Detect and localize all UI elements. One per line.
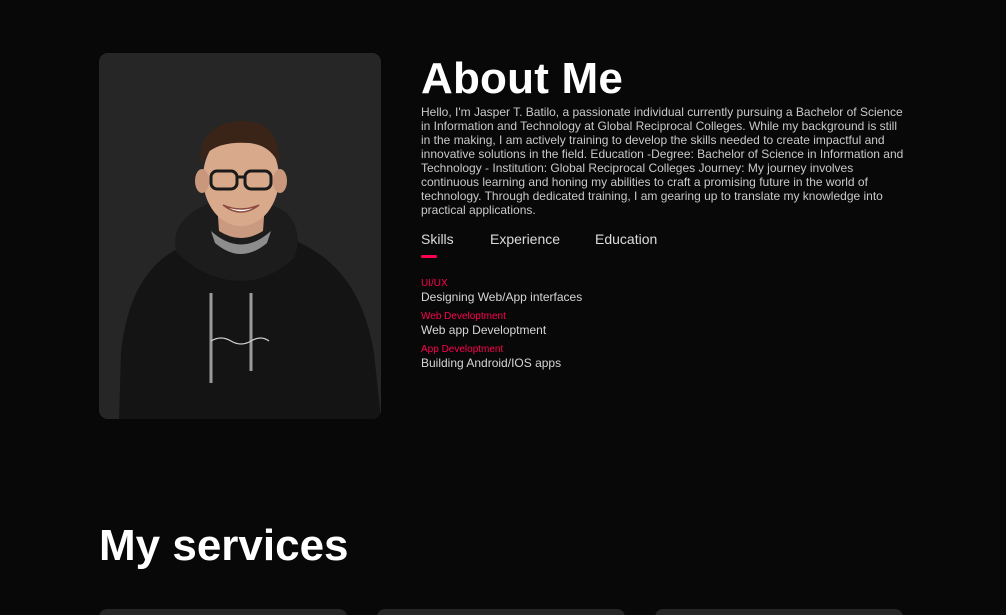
about-tabs: Skills Experience Education <box>421 231 911 261</box>
list-item: UI/UX Designing Web/App interfaces <box>421 278 911 304</box>
service-card <box>99 609 347 615</box>
skills-list: UI/UX Designing Web/App interfaces Web D… <box>421 278 911 370</box>
tab-experience[interactable]: Experience <box>490 231 560 247</box>
profile-photo <box>99 53 381 419</box>
page: About Me Hello, I'm Jasper T. Batilo, a … <box>0 0 1006 615</box>
active-tab-underline <box>421 255 437 258</box>
skill-name: UI/UX <box>421 278 448 289</box>
list-item: App Developtment Building Android/IOS ap… <box>421 344 911 370</box>
list-item: Web Developtment Web app Developtment <box>421 311 911 337</box>
service-card <box>377 609 625 615</box>
about-section: About Me Hello, I'm Jasper T. Batilo, a … <box>421 55 911 377</box>
skill-name: App Developtment <box>421 344 504 355</box>
skill-description: Building Android/IOS apps <box>421 356 562 370</box>
about-title: About Me <box>421 54 624 103</box>
about-paragraph: Hello, I'm Jasper T. Batilo, a passionat… <box>421 105 904 217</box>
person-portrait-icon <box>99 53 381 419</box>
service-card <box>655 609 903 615</box>
tab-education[interactable]: Education <box>595 231 657 247</box>
skill-description: Web app Developtment <box>421 323 547 337</box>
skill-name: Web Developtment <box>421 311 506 322</box>
skill-description: Designing Web/App interfaces <box>421 290 583 304</box>
services-title: My services <box>99 521 349 570</box>
tab-skills[interactable]: Skills <box>421 231 454 247</box>
